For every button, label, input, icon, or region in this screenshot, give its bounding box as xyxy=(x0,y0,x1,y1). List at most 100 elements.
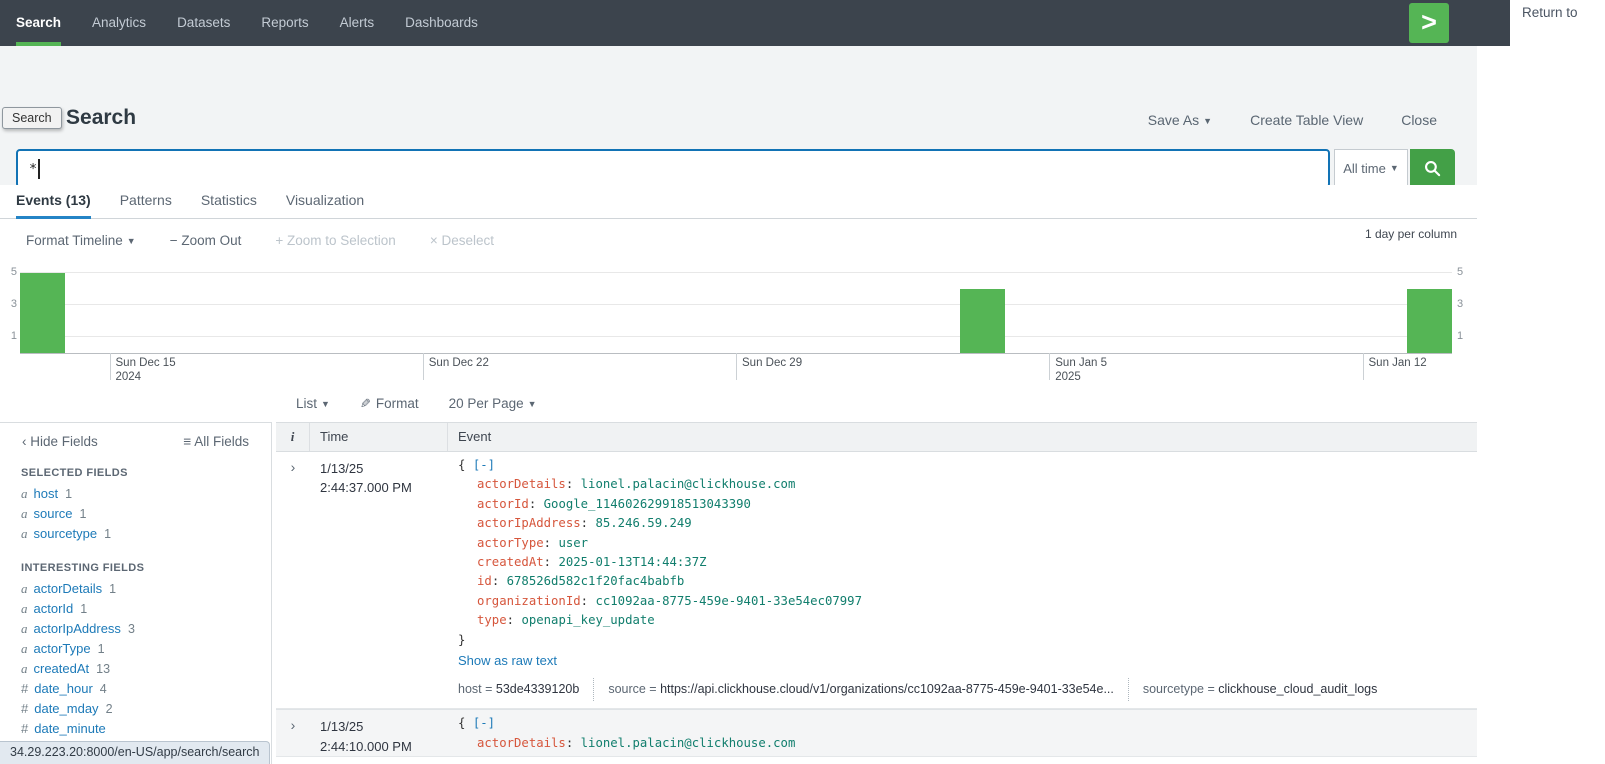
tick-date: Sun Jan 12 xyxy=(1369,356,1427,370)
string-field-icon: a xyxy=(21,601,28,616)
splunk-logo-icon[interactable]: > xyxy=(1409,3,1449,43)
field-item-sourcetype[interactable]: asourcetype1 xyxy=(21,524,271,544)
nav-item-alerts[interactable]: Alerts xyxy=(340,0,375,46)
tab-statistics[interactable]: Statistics xyxy=(201,185,257,219)
create-table-view-button[interactable]: Create Table View xyxy=(1250,112,1363,128)
json-value: Google_114602629918513043390 xyxy=(544,497,751,511)
json-pair[interactable]: createdAt: 2025-01-13T14:44:37Z xyxy=(458,553,1477,572)
save-as-button[interactable]: Save As▼ xyxy=(1148,112,1212,128)
json-key: actorIpAddress xyxy=(477,516,581,530)
return-to-link[interactable]: Return to xyxy=(1522,5,1578,20)
footer-field-sourcetype[interactable]: sourcetype = clickhouse_cloud_audit_logs xyxy=(1128,678,1392,701)
field-item-actorDetails[interactable]: aactorDetails1 xyxy=(21,579,271,599)
field-name: actorDetails xyxy=(34,581,103,596)
splunk-window: New Search Search Save As▼ Create Table … xyxy=(0,0,1477,764)
search-header-area: New Search Search Save As▼ Create Table … xyxy=(0,46,1477,185)
gridline xyxy=(20,304,1452,305)
json-pair[interactable]: actorType: user xyxy=(458,534,1477,553)
tick-year: 2025 xyxy=(1055,370,1107,384)
show-raw-text-link[interactable]: Show as raw text xyxy=(458,651,1477,670)
timeline-bar[interactable] xyxy=(20,273,65,353)
event-time-cell: 1/13/252:44:10.000 PM xyxy=(310,710,448,756)
collapse-json-toggle[interactable]: [-] xyxy=(473,716,495,730)
all-fields-button[interactable]: ≡ All Fields xyxy=(183,434,249,449)
event-date: 1/13/25 xyxy=(320,717,448,736)
json-pair[interactable]: actorId: Google_114602629918513043390 xyxy=(458,495,1477,514)
top-nav: Search Analytics Datasets Reports Alerts Dash… xyxy=(0,0,1510,46)
json-pair[interactable]: type: openapi_key_update xyxy=(458,611,1477,630)
string-field-icon: a xyxy=(21,581,28,596)
json-value: 678526d582c1f20fac4babfb xyxy=(507,574,685,588)
field-count: 1 xyxy=(80,602,87,616)
search-input[interactable]: * xyxy=(16,149,1330,188)
event-json-cell: { [-]actorDetails: lionel.palacin@clickh… xyxy=(448,710,1477,756)
field-item-actorId[interactable]: aactorId1 xyxy=(21,599,271,619)
nav-item-reports[interactable]: Reports xyxy=(261,0,308,46)
pencil-icon: ✎ xyxy=(360,396,371,412)
field-item-host[interactable]: ahost1 xyxy=(21,484,271,504)
search-button[interactable] xyxy=(1410,149,1455,188)
footer-field-value: clickhouse_cloud_audit_logs xyxy=(1218,682,1377,696)
nav-item-datasets[interactable]: Datasets xyxy=(177,0,230,46)
format-timeline-dropdown[interactable]: Format Timeline▼ xyxy=(26,233,136,248)
nav-item-analytics[interactable]: Analytics xyxy=(92,0,146,46)
event-time: 2:44:37.000 PM xyxy=(320,478,448,497)
nav-item-dashboards[interactable]: Dashboards xyxy=(405,0,478,46)
footer-field-source[interactable]: source = https://api.clickhouse.cloud/v1… xyxy=(593,678,1128,701)
expand-row-chevron-icon[interactable]: › xyxy=(276,710,310,756)
y-axis-label-right: 5 xyxy=(1457,266,1471,278)
json-close-line: } xyxy=(458,631,1477,650)
collapse-json-toggle[interactable]: [-] xyxy=(473,458,495,472)
field-count: 3 xyxy=(128,622,135,636)
tick-date: Sun Jan 5 xyxy=(1055,356,1107,370)
search-tooltip: Search xyxy=(2,107,62,129)
magnifier-icon xyxy=(1423,159,1442,178)
field-name: actorType xyxy=(34,641,91,656)
per-page-dropdown[interactable]: 20 Per Page▼ xyxy=(449,396,537,411)
caret-down-icon: ▼ xyxy=(1390,163,1399,173)
app-root: AccountProfileSecurityNotificationsOrgan… xyxy=(0,0,1605,764)
zoom-out-button[interactable]: − Zoom Out xyxy=(170,233,242,248)
events-list: › 1/13/25 2:44:37.000 PM { [-]actorDetails:… xyxy=(276,452,1477,764)
tab-events[interactable]: Events (13) xyxy=(16,185,91,219)
y-axis-label-left: 5 xyxy=(3,266,17,278)
field-item-actorType[interactable]: aactorType1 xyxy=(21,639,271,659)
json-pair[interactable]: actorDetails: lionel.palacin@clickhouse.… xyxy=(458,734,1477,753)
json-pair[interactable]: id: 678526d582c1f20fac4babfb xyxy=(458,572,1477,591)
field-item-createdAt[interactable]: acreatedAt13 xyxy=(21,659,271,679)
list-view-dropdown[interactable]: List▼ xyxy=(296,396,330,411)
settings-sidebar: AccountProfileSecurityNotificationsOrgan… xyxy=(1477,0,1605,764)
y-axis-label-right: 3 xyxy=(1457,298,1471,310)
nav-item-search[interactable]: Search xyxy=(16,0,61,46)
close-button[interactable]: Close xyxy=(1401,112,1437,128)
json-colon: : xyxy=(581,594,596,608)
timeline-bar[interactable] xyxy=(1407,289,1452,353)
field-item-date_hour[interactable]: #date_hour4 xyxy=(21,679,271,699)
timeline-bar[interactable] xyxy=(960,289,1005,353)
field-item-source[interactable]: asource1 xyxy=(21,504,271,524)
field-item-date_minute[interactable]: #date_minute xyxy=(21,719,271,739)
expand-row-chevron-icon[interactable]: › xyxy=(276,452,310,708)
format-results-button[interactable]: ✎Format xyxy=(360,396,419,412)
json-colon: : xyxy=(566,736,581,750)
hide-fields-button[interactable]: ‹ Hide Fields xyxy=(22,434,98,449)
time-range-picker[interactable]: All time▼ xyxy=(1334,149,1408,188)
footer-field-host[interactable]: host = 53de4339120b xyxy=(458,678,593,701)
tab-patterns[interactable]: Patterns xyxy=(120,185,172,219)
field-item-date_mday[interactable]: #date_mday2 xyxy=(21,699,271,719)
event-row: ›1/13/252:44:37.000 PM{ [-]actorDetails:… xyxy=(276,452,1477,709)
json-pair[interactable]: organizationId: cc1092aa-8775-459e-9401-… xyxy=(458,592,1477,611)
timeline-controls: Format Timeline▼ − Zoom Out + Zoom to Se… xyxy=(0,219,1477,261)
numeric-field-icon: # xyxy=(21,701,28,716)
interesting-fields-header: INTERESTING FIELDS xyxy=(21,562,271,574)
string-field-icon: a xyxy=(21,641,28,656)
text-cursor xyxy=(38,159,40,179)
json-pair[interactable]: actorDetails: lionel.palacin@clickhouse.… xyxy=(458,475,1477,494)
tab-visualization[interactable]: Visualization xyxy=(286,185,364,219)
json-pair[interactable]: actorIpAddress: 85.246.59.249 xyxy=(458,514,1477,533)
tick-year: 2024 xyxy=(116,370,176,384)
field-count: 4 xyxy=(100,682,107,696)
json-value: user xyxy=(558,536,588,550)
field-item-actorIpAddress[interactable]: aactorIpAddress3 xyxy=(21,619,271,639)
event-footer-fields: host = 53de4339120bsource = https://api.… xyxy=(458,676,1477,702)
